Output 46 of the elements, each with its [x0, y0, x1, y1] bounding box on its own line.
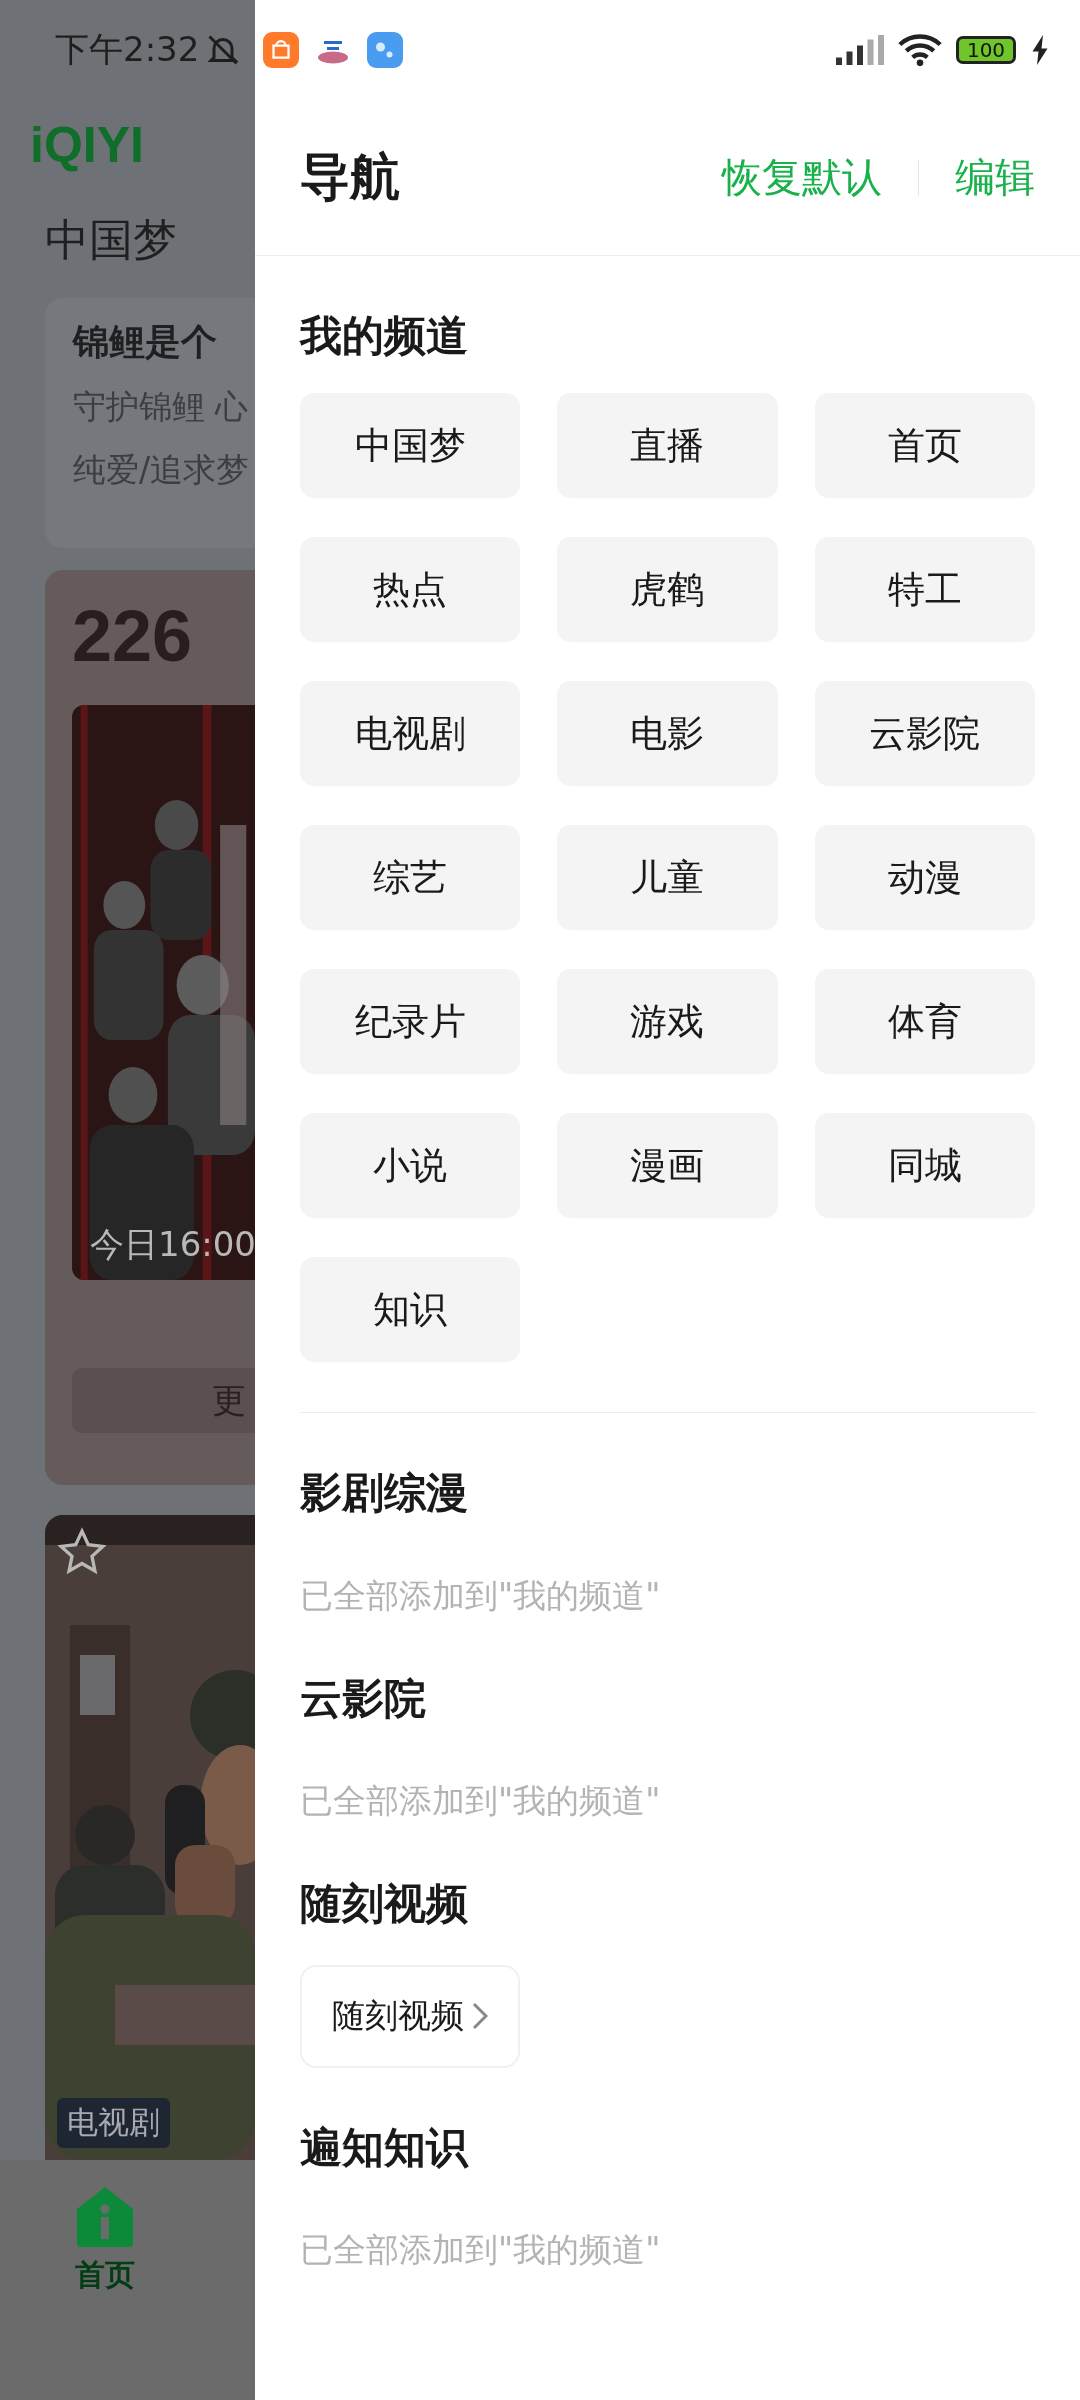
genre-badge: 电视剧	[57, 2098, 170, 2148]
home-icon	[75, 2185, 135, 2247]
channel-chip[interactable]: 云影院	[814, 681, 1035, 787]
wifi-icon	[898, 33, 942, 67]
channel-chip[interactable]: 小说	[300, 1113, 521, 1219]
show-tags: 纯爱/追求梦	[73, 448, 255, 493]
charging-icon	[1030, 35, 1050, 65]
clock: 下午2:32	[55, 28, 200, 71]
section-note: 已全部添加到"我的频道"	[300, 1780, 662, 1823]
channel-chip[interactable]: 电视剧	[300, 681, 521, 787]
channel-chip[interactable]: 直播	[557, 393, 778, 499]
channel-chip[interactable]: 热点	[300, 537, 521, 643]
shopping-bag-icon	[263, 32, 299, 68]
poster-caption: 今日16:00	[90, 1223, 255, 1266]
signal-icon	[836, 35, 884, 65]
channel-chip[interactable]: 知识	[300, 1257, 521, 1363]
app-logo: iQIYI	[30, 116, 144, 174]
channel-link[interactable]: 随刻视频	[300, 1964, 520, 2068]
show-title: 锦鲤是个	[73, 320, 218, 364]
channel-chip[interactable]: 漫画	[557, 1113, 778, 1219]
channel-chip[interactable]: 动漫	[814, 825, 1035, 931]
ranking-count: 226	[72, 595, 193, 677]
section-title: 遍知知识	[300, 2122, 470, 2173]
channel-chip[interactable]: 首页	[814, 393, 1035, 499]
channel-chip[interactable]: 特工	[814, 537, 1035, 643]
section-title: 影剧综漫	[300, 1468, 469, 1519]
show-subtitle: 守护锦鲤 心	[73, 386, 250, 428]
channel-chip[interactable]: 体育	[814, 969, 1035, 1075]
section-title: 我的频道	[300, 311, 469, 362]
drawer-title: 导航	[300, 147, 401, 208]
section-title: 随刻视频	[300, 1879, 469, 1930]
battery-level: 100	[956, 36, 1016, 64]
channel-chip[interactable]: 虎鹤	[557, 537, 778, 643]
channel-chip[interactable]: 同城	[814, 1113, 1035, 1219]
channel-chip[interactable]: 纪录片	[300, 969, 521, 1075]
chevron-icon	[472, 2002, 488, 2031]
section-note: 已全部添加到"我的频道"	[300, 1574, 662, 1617]
star-icon[interactable]	[57, 1527, 107, 1577]
channel-chip[interactable]: 儿童	[557, 825, 778, 931]
channel-chip[interactable]: 中国梦	[300, 393, 521, 499]
channel-chip[interactable]: 综艺	[300, 825, 521, 931]
section-note: 已全部添加到"我的频道"	[300, 2228, 662, 2271]
channel-chip[interactable]: 游戏	[557, 969, 778, 1075]
section-title: 云影院	[300, 1673, 427, 1725]
channel-chip[interactable]: 电影	[557, 681, 778, 787]
map-app-icon	[367, 32, 403, 68]
